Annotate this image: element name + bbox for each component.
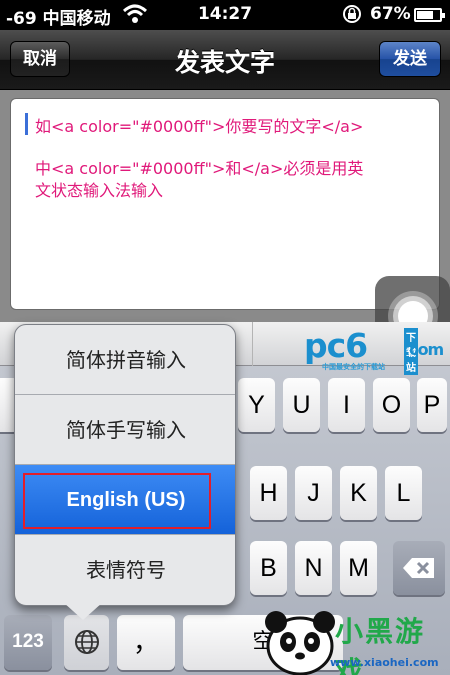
key-m[interactable]: M: [340, 541, 377, 595]
status-bar: -69 中国移动 14:27 67%: [0, 0, 450, 30]
send-button[interactable]: 发送: [379, 41, 441, 77]
delete-icon: [403, 558, 434, 578]
key-i[interactable]: I: [328, 378, 365, 432]
editor-line-2: 中<a color="#0000ff">和</a>必须是用英: [35, 159, 364, 178]
battery-icon: [414, 8, 445, 22]
key-o[interactable]: O: [373, 378, 410, 432]
globe-icon: [74, 630, 99, 654]
language-menu: 简体拼音输入 简体手写输入 English (US) 表情符号: [14, 324, 236, 606]
language-item-emoji[interactable]: 表情符号: [15, 535, 235, 605]
comma-key[interactable]: ，: [117, 615, 175, 670]
key-b[interactable]: B: [250, 541, 287, 595]
rotation-lock-icon: [343, 5, 361, 23]
editor-line-3: 文状态输入法输入: [35, 181, 164, 200]
numbers-key[interactable]: 123: [4, 615, 52, 670]
key-n[interactable]: N: [295, 541, 332, 595]
popup-pointer: [63, 602, 103, 620]
editor-area: 如<a color="#0000ff">你要写的文字</a> 中<a color…: [0, 90, 450, 356]
language-item-pinyin[interactable]: 简体拼音输入: [15, 325, 235, 395]
language-item-handwriting[interactable]: 简体手写输入: [15, 395, 235, 465]
globe-key[interactable]: [64, 615, 109, 670]
key-p[interactable]: P: [417, 378, 447, 432]
editor-line-1: 如<a color="#0000ff">你要写的文字</a>: [35, 117, 364, 136]
key-u[interactable]: U: [283, 378, 320, 432]
highlight-box: [23, 473, 211, 529]
battery-percentage: 67%: [370, 4, 411, 24]
xiaohei-url: www.xiaohei.com: [330, 656, 439, 669]
language-item-english[interactable]: English (US): [15, 465, 235, 535]
key-h[interactable]: H: [250, 466, 287, 520]
key-y[interactable]: Y: [238, 378, 275, 432]
text-cursor: [25, 113, 28, 135]
delete-key[interactable]: [393, 541, 445, 595]
text-editor[interactable]: 如<a color="#0000ff">你要写的文字</a> 中<a color…: [10, 98, 440, 310]
pc6-watermark: pc6 下载站 .com 中国最安全的下载站: [304, 326, 444, 375]
navigation-bar: 取消 发表文字 发送: [0, 30, 450, 90]
key-k[interactable]: K: [340, 466, 377, 520]
key-l[interactable]: L: [385, 466, 422, 520]
key-j[interactable]: J: [295, 466, 332, 520]
